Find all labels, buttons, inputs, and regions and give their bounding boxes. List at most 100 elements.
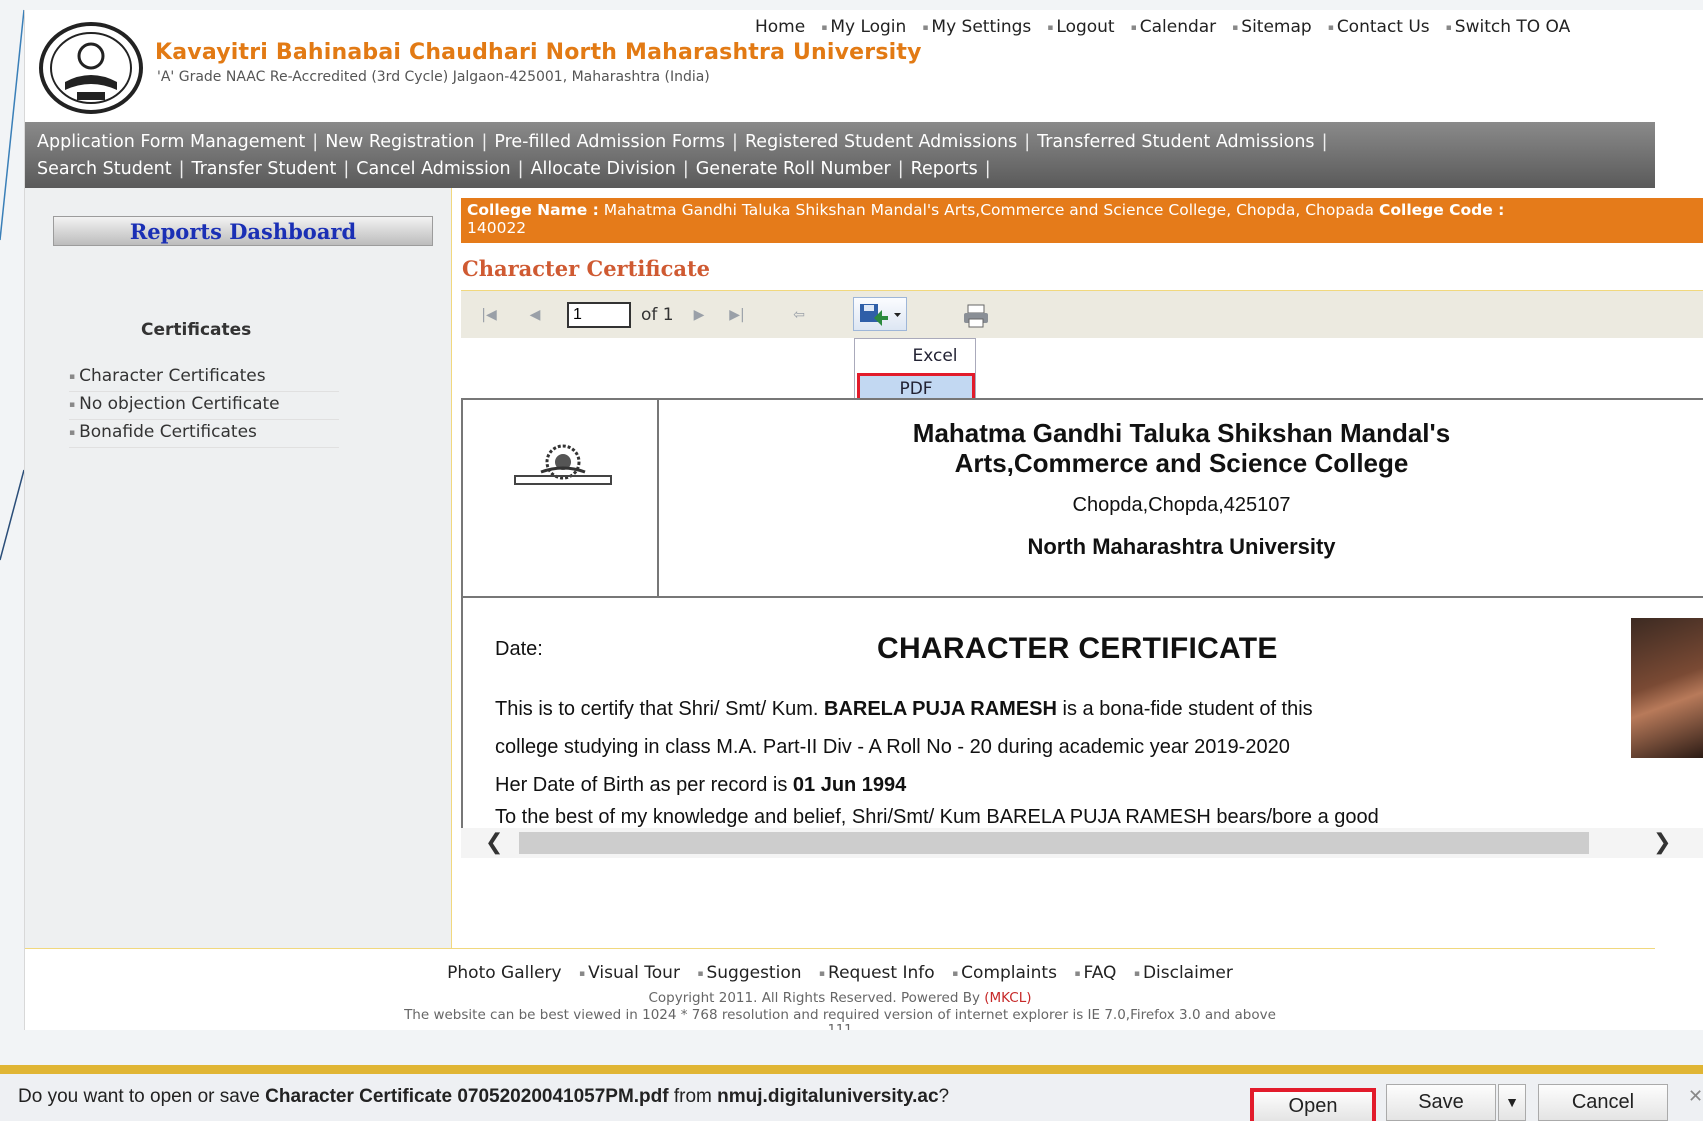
nav-transfer-student[interactable]: Transfer Student [191,159,336,179]
download-notification-bar: Do you want to open or save Character Ce… [0,1074,1703,1121]
download-message: Do you want to open or save Character Ce… [18,1086,949,1108]
back-icon[interactable]: ⇦ [787,304,811,326]
nav-application-form-management[interactable]: Application Form Management [37,132,305,152]
next-page-icon[interactable]: ▶ [687,304,711,326]
top-link-my-settings[interactable]: My Settings [922,17,1031,37]
sidebar-item-no-objection-certificate[interactable]: No objection Certificate [69,392,339,420]
nav-pre-filled-admission-forms[interactable]: Pre-filled Admission Forms [494,132,725,152]
nav-registered-student-admissions[interactable]: Registered Student Admissions [745,132,1017,152]
footer-link-disclaimer[interactable]: Disclaimer [1134,963,1233,983]
certificate-dob: 01 Jun 1994 [792,774,907,796]
print-icon[interactable] [961,303,991,329]
powered-by-link[interactable]: (MKCL) [984,990,1031,1006]
save-button[interactable]: Save [1386,1084,1496,1121]
nav-separator: | [481,132,488,152]
save-options-chevron-down-icon[interactable]: ▼ [1498,1084,1526,1121]
export-button[interactable] [853,297,907,331]
nav-cancel-admission[interactable]: Cancel Admission [356,159,510,179]
scroll-left-icon[interactable]: ❮ [485,830,503,855]
close-icon[interactable]: ✕ [1688,1086,1703,1107]
report-viewer: Mahatma Gandhi Taluka Shikshan Mandal's … [461,398,1703,828]
footer-link-request-info[interactable]: Request Info [819,963,935,983]
certificate-date-label: Date: [495,638,543,660]
first-page-icon[interactable]: |◀ [477,304,501,326]
university-subtitle: 'A' Grade NAAC Re-Accredited (3rd Cycle)… [157,69,710,85]
certificate-student-name: BARELA PUJA RAMESH [823,698,1057,720]
certificate-line-1: This is to certify that Shri/ Smt/ Kum. … [495,698,1313,721]
footer-link-complaints[interactable]: Complaints [952,963,1057,983]
last-page-icon[interactable]: ▶| [725,304,749,326]
nav-new-registration[interactable]: New Registration [325,132,474,152]
top-link-sitemap[interactable]: Sitemap [1232,17,1311,37]
page-number-input[interactable] [567,302,631,328]
nav-search-student[interactable]: Search Student [37,159,172,179]
export-dropdown-menu: Excel PDF [854,338,976,406]
university-logo [39,22,143,114]
certificate-address: Chopda,Chopda,425107 [1072,494,1291,516]
top-link-calendar[interactable]: Calendar [1131,17,1216,37]
footer-link-faq[interactable]: FAQ [1074,963,1116,983]
browser-page: Kavayitri Bahinabai Chaudhari North Maha… [24,10,1703,1030]
college-logo-cell [463,400,659,598]
footer-link-photo-gallery[interactable]: Photo Gallery [447,963,561,983]
main-content: College Name : Mahatma Gandhi Taluka Shi… [461,188,1703,948]
nav-separator: | [984,159,991,179]
college-code-value: 140022 [467,219,527,237]
sidebar: Reports Dashboard Certificates Character… [25,188,452,948]
nav-separator: | [682,159,689,179]
report-toolbar: |◀ ◀ of 1 ▶ ▶| ⇦ [461,290,1703,338]
nav-transferred-student-admissions[interactable]: Transferred Student Admissions [1037,132,1314,152]
footer-link-suggestion[interactable]: Suggestion [697,963,801,983]
horizontal-scrollbar[interactable]: ❮ ❯ [461,828,1703,858]
download-filename: Character Certificate 07052020041057PM.p… [265,1086,669,1107]
download-message-middle: from [668,1086,718,1107]
nav-reports[interactable]: Reports [911,159,978,179]
export-excel-option[interactable]: Excel [855,341,975,371]
college-code-label: College Code : [1378,201,1505,219]
top-link-switch-to-oa[interactable]: Switch TO OA [1446,17,1571,37]
page-title: Character Certificate [462,256,711,281]
top-link-home[interactable]: Home [755,17,805,37]
cancel-button[interactable]: Cancel [1538,1084,1668,1121]
certificate-line-4: To the best of my knowledge and belief, … [495,806,1379,828]
resolution-note: The website can be best viewed in 1024 *… [404,1007,1276,1023]
footer-links: Photo Gallery Visual Tour Suggestion Req… [25,963,1655,983]
nav-separator: | [343,159,350,179]
nav-separator: | [897,159,904,179]
page-count-label: of 1 [641,305,674,325]
site-header: Kavayitri Bahinabai Chaudhari North Maha… [25,10,1655,122]
nav-separator: | [732,132,738,152]
certificate-line-3: Her Date of Birth as per record is 01 Ju… [495,774,906,797]
top-link-logout[interactable]: Logout [1047,17,1114,37]
visitor-counter: 111 [25,1023,1655,1030]
college-name-label: College Name : [467,201,599,219]
college-info-bar: College Name : Mahatma Gandhi Taluka Shi… [461,198,1703,243]
nav-separator: | [312,132,319,152]
nav-separator: | [1024,132,1031,152]
open-button[interactable]: Open [1250,1088,1376,1121]
site-footer: Photo Gallery Visual Tour Suggestion Req… [25,948,1655,1030]
nav-allocate-division[interactable]: Allocate Division [531,159,676,179]
copyright-text: Copyright 2011. All Rights Reserved. Pow… [25,990,1655,1006]
certificate-college-line-2: Arts,Commerce and Science College [954,448,1409,478]
nav-separator: | [178,159,185,179]
nav-row-1: Application Form Management | New Registra… [37,129,1645,156]
certificate-line-2: college studying in class M.A. Part-II D… [495,736,1290,758]
certificates-list: Character Certificates No objection Cert… [69,364,339,448]
nav-separator: | [1321,132,1328,152]
top-link-contact-us[interactable]: Contact Us [1328,17,1430,37]
main-navigation: Application Form Management | New Registra… [25,122,1655,188]
university-name: Kavayitri Bahinabai Chaudhari North Maha… [155,40,922,65]
copyright-prefix: Copyright 2011. All Rights Reserved. Pow… [648,990,985,1006]
footer-link-visual-tour[interactable]: Visual Tour [579,963,680,983]
certificate-line-3-pre: Her Date of Birth as per record is [495,774,793,796]
scrollbar-thumb[interactable] [519,832,1589,854]
certificate-title: CHARACTER CERTIFICATE [877,632,1278,665]
sidebar-item-character-certificates[interactable]: Character Certificates [69,364,339,392]
sidebar-item-bonafide-certificates[interactable]: Bonafide Certificates [69,420,339,448]
previous-page-icon[interactable]: ◀ [523,304,547,326]
nav-generate-roll-number[interactable]: Generate Roll Number [696,159,891,179]
top-link-my-login[interactable]: My Login [821,17,906,37]
download-bar-accent [0,1065,1703,1074]
scroll-right-icon[interactable]: ❯ [1653,830,1671,855]
